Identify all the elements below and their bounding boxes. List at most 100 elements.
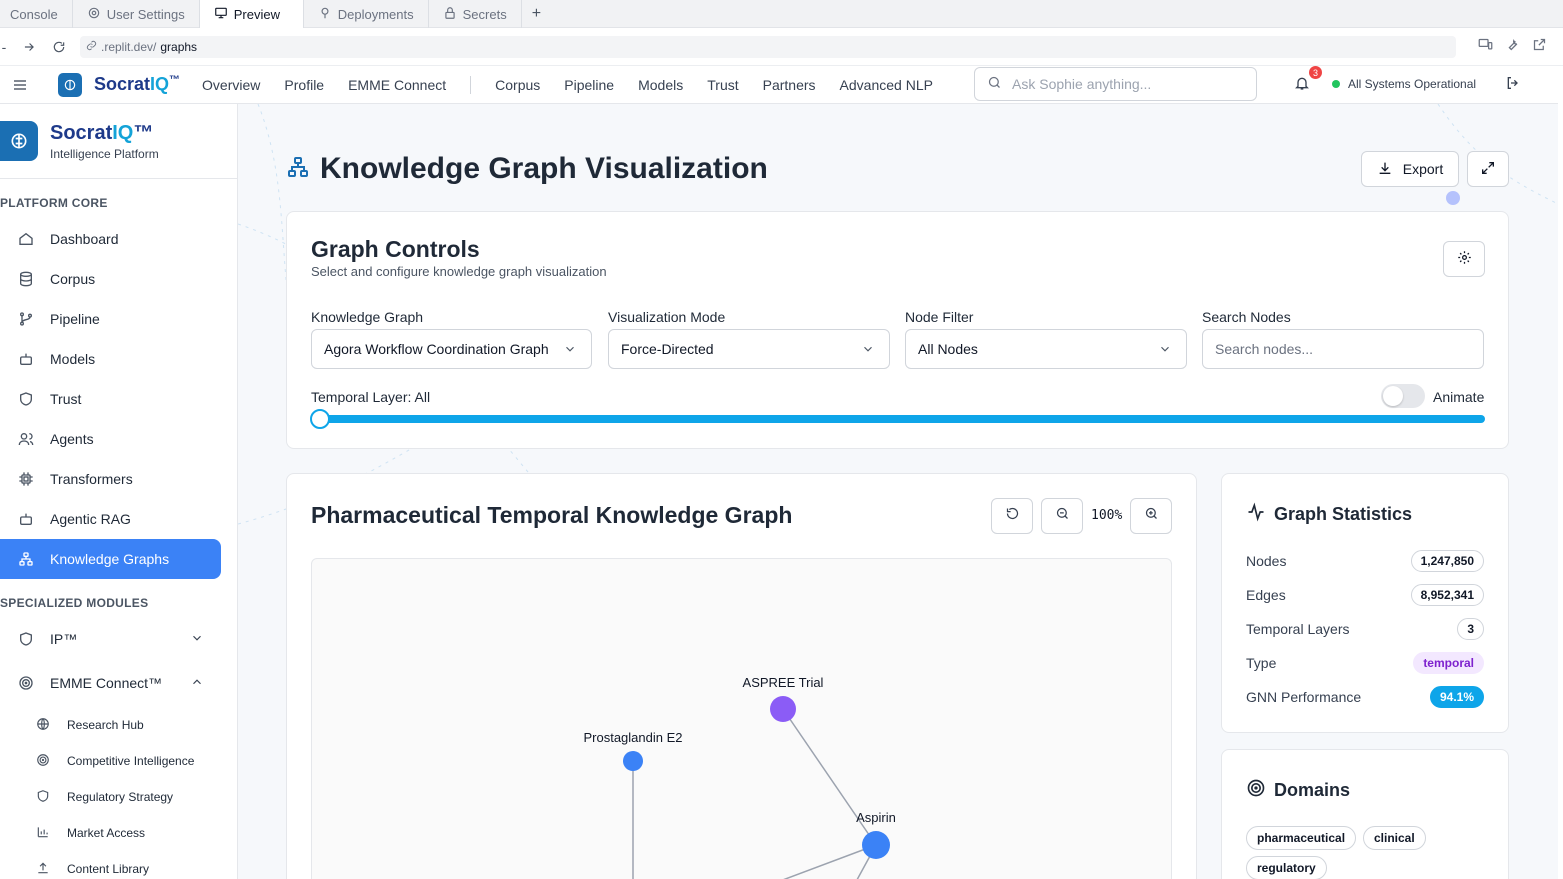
sidebar-brand-name: SocratIQ™ [50,122,159,145]
nav-pipeline[interactable]: Pipeline [564,77,614,93]
sidebar-subitem-content-library[interactable]: Content Library [0,851,237,879]
chevron-up-icon[interactable] [190,675,204,692]
stat-label: Nodes [1246,553,1287,569]
sidebar-item-ip[interactable]: IP™ [0,619,237,659]
sidebar-brand-prefix: Socrat [50,121,113,144]
sidebar-subitem-regulatory-strategy[interactable]: Regulatory Strategy [0,779,237,815]
nav-overview[interactable]: Overview [202,77,260,93]
sidebar-item-label: Transformers [50,471,133,487]
sidebar-item-knowledge-graphs[interactable]: Knowledge Graphs [0,539,221,579]
menu-icon[interactable] [0,77,40,93]
nav-partners[interactable]: Partners [763,77,816,93]
nav-emme-connect[interactable]: EMME Connect [348,77,446,93]
stat-label: Type [1246,655,1277,671]
external-link-icon[interactable] [1532,37,1547,57]
chevron-down-icon[interactable] [190,631,204,648]
reload-icon[interactable] [50,38,68,56]
ask-sophie-input[interactable]: Ask Sophie anything... [974,67,1257,101]
sidebar-subitem-research-hub[interactable]: Research Hub [0,707,237,743]
node-aspree-trial[interactable] [770,696,796,722]
sidebar-item-label: Agents [50,431,94,447]
target-icon [1246,778,1266,803]
sidebar-item-dashboard[interactable]: Dashboard [0,219,237,259]
graph-node[interactable]: Aspirin [856,810,896,859]
shield-icon [0,391,50,407]
sidebar-item-models[interactable]: Models [0,339,237,379]
export-button[interactable]: Export [1361,151,1459,187]
visualization-mode-select[interactable]: Force-Directed [608,329,890,369]
nav-profile[interactable]: Profile [284,77,324,93]
logout-icon[interactable] [1505,75,1521,96]
main-content: Knowledge Graph Visualization Export Gra… [238,104,1558,879]
cpu-icon [0,471,50,487]
maximize-icon [1480,160,1496,179]
search-nodes-input[interactable]: Search nodes... [1202,329,1484,369]
sidebar-subitem-competitive-intelligence[interactable]: Competitive Intelligence [0,743,237,779]
zoom-level: 100% [1091,508,1123,523]
forward-icon[interactable] [20,38,38,56]
stat-value: 1,247,850 [1410,550,1484,572]
graph-node[interactable]: Prostaglandin E2 [583,730,683,771]
fullscreen-button[interactable] [1467,151,1509,187]
tab-deployments[interactable]: Deployments [304,0,429,28]
sidebar-item-pipeline[interactable]: Pipeline [0,299,237,339]
tab-preview[interactable]: Preview [199,0,304,28]
brand-logo-icon[interactable] [58,72,82,97]
tab-user-settings[interactable]: User Settings [73,0,200,28]
new-tab-button[interactable]: + [522,0,551,27]
temporal-slider-track[interactable] [311,415,1485,423]
graph-canvas[interactable]: ASPREE Trial Prostaglandin E2 Aspirin [311,558,1172,879]
animate-label: Animate [1433,389,1485,405]
graph-statistics-card: Graph Statistics Nodes 1,247,850 Edges 8… [1221,473,1509,733]
node-prostaglandin-e2[interactable] [623,751,643,771]
sidebar-item-emme-connect[interactable]: EMME Connect™ [0,659,237,707]
search-icon [987,75,1002,93]
nav-advanced-nlp[interactable]: Advanced NLP [840,77,933,93]
sidebar-item-corpus[interactable]: Corpus [0,259,237,299]
settings-button[interactable] [1443,241,1485,277]
nav-models[interactable]: Models [638,77,683,93]
bell-icon[interactable] [1294,75,1310,96]
sidebar-item-agents[interactable]: Agents [0,419,237,459]
devices-icon[interactable] [1478,37,1493,57]
nav-corpus[interactable]: Corpus [495,77,540,93]
status-text: All Systems Operational [1348,77,1477,91]
sidebar-item-transformers[interactable]: Transformers [0,459,237,499]
knowledge-graph-select[interactable]: Agora Workflow Coordination Graph [311,329,592,369]
app-header: SocratIQ™ Overview Profile EMME Connect … [0,66,1558,104]
node-filter-select[interactable]: All Nodes [905,329,1187,369]
git-branch-icon [0,311,50,327]
sidebar-item-agentic-rag[interactable]: Agentic RAG [0,499,237,539]
node-label: Aspirin [856,810,896,825]
zoom-in-button[interactable] [1130,498,1172,534]
animate-toggle[interactable] [1381,384,1425,408]
sidebar-item-label: Knowledge Graphs [50,551,170,567]
back-icon[interactable]: - [0,38,8,56]
graph-node[interactable]: ASPREE Trial [743,675,824,722]
temporal-slider-thumb[interactable] [310,409,330,429]
node-aspirin[interactable] [862,831,890,859]
download-icon [1377,160,1393,179]
brand-name[interactable]: SocratIQ™ [94,74,180,95]
sidebar-item-trust[interactable]: Trust [0,379,237,419]
page-title-text: Knowledge Graph Visualization [320,152,768,185]
node-filter-label: Node Filter [905,309,974,325]
wrench-icon[interactable] [1505,37,1520,57]
zoom-out-button[interactable] [1041,498,1083,534]
stat-value: 3 [1457,618,1484,640]
nav-trust[interactable]: Trust [707,77,738,93]
sidebar-item-label: IP™ [50,631,78,647]
url-field[interactable]: .replit.dev/graphs [80,35,1456,58]
gear-icon [1457,250,1472,268]
sidebar-subitem-market-access[interactable]: Market Access [0,815,237,851]
tab-secrets[interactable]: Secrets [429,0,522,28]
tab-label: Preview [233,6,280,22]
sidebar-item-label: Models [50,351,96,367]
activity-icon [1246,502,1266,527]
tab-console[interactable]: Console [0,0,73,28]
reset-view-button[interactable] [991,498,1033,534]
graph-controls-card: Graph Controls Select and configure know… [286,211,1509,449]
stat-row-nodes: Nodes 1,247,850 [1246,550,1484,572]
stat-row-edges: Edges 8,952,341 [1246,584,1484,606]
system-status: All Systems Operational [1332,77,1476,91]
